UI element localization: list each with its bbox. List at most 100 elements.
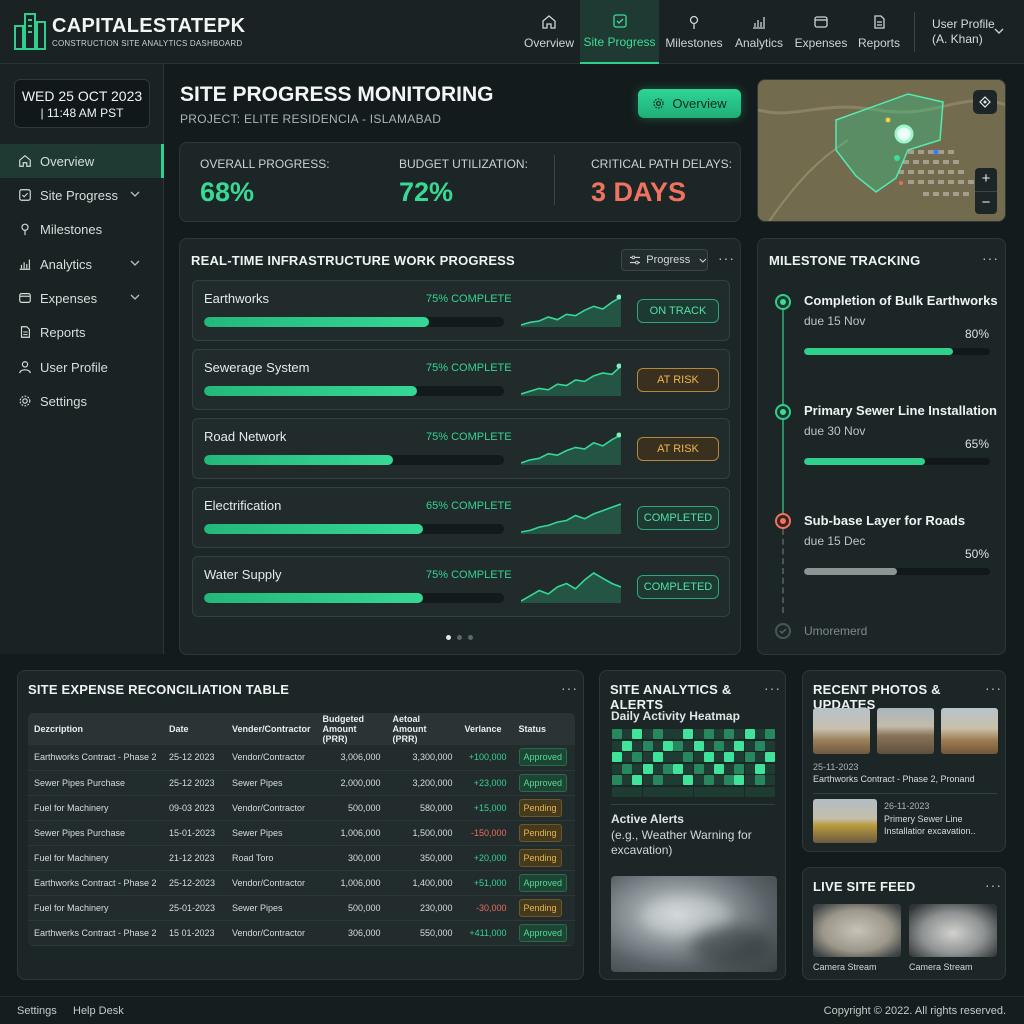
heatmap-cell[interactable] bbox=[765, 763, 775, 774]
heatmap-cell[interactable] bbox=[612, 729, 622, 739]
heatmap-cell[interactable] bbox=[754, 775, 765, 785]
heatmap-cell[interactable] bbox=[683, 752, 694, 762]
heatmap-cell[interactable] bbox=[754, 786, 765, 797]
sidebar-item-milestones[interactable]: Milestones bbox=[0, 212, 164, 246]
heatmap-cell[interactable] bbox=[765, 786, 775, 797]
heatmap-cell[interactable] bbox=[683, 763, 694, 774]
heatmap-cell[interactable] bbox=[765, 740, 775, 751]
user-profile-menu[interactable]: User Profile (A. Khan) bbox=[926, 16, 1020, 48]
table-row[interactable]: Sewer Pipes Purchase 25-12 2023 Sewer Pipe… bbox=[28, 770, 575, 796]
heatmap-cell[interactable] bbox=[765, 775, 775, 785]
heatmap-cell[interactable] bbox=[673, 775, 684, 785]
column-header[interactable]: Aetoal Amount (PRR) bbox=[386, 713, 459, 745]
heatmap-cell[interactable] bbox=[663, 729, 673, 739]
progress-filter-dropdown[interactable]: Progress bbox=[621, 249, 708, 271]
column-header[interactable]: Date bbox=[163, 713, 226, 745]
heatmap-cell[interactable] bbox=[632, 763, 643, 774]
heatmap-cell[interactable] bbox=[744, 752, 755, 762]
heatmap-cell[interactable] bbox=[612, 786, 622, 797]
heatmap-cell[interactable] bbox=[703, 786, 714, 797]
heatmap-cell[interactable] bbox=[744, 786, 755, 797]
heatmap-cell[interactable] bbox=[703, 752, 714, 762]
site-photo-thumbnail[interactable] bbox=[941, 708, 998, 754]
heatmap-cell[interactable] bbox=[632, 752, 643, 762]
more-options-icon[interactable]: ··· bbox=[561, 680, 578, 696]
heatmap-cell[interactable] bbox=[724, 775, 735, 785]
table-row[interactable]: Fuel for Machinery 21-12 2023 Road Toro 300… bbox=[28, 845, 575, 871]
heatmap-cell[interactable] bbox=[612, 752, 622, 762]
nav-site-progress[interactable]: Site Progress bbox=[580, 0, 659, 64]
heatmap-cell[interactable] bbox=[744, 729, 755, 739]
heatmap-cell[interactable] bbox=[765, 752, 775, 762]
heatmap-cell[interactable] bbox=[693, 740, 704, 751]
heatmap-cell[interactable] bbox=[724, 763, 735, 774]
heatmap-cell[interactable] bbox=[714, 729, 724, 739]
heatmap-cell[interactable] bbox=[642, 786, 653, 797]
heatmap-cell[interactable] bbox=[622, 786, 633, 797]
heatmap-cell[interactable] bbox=[765, 729, 775, 739]
more-options-icon[interactable]: ··· bbox=[982, 250, 999, 266]
heatmap-cell[interactable] bbox=[693, 775, 704, 785]
heatmap-cell[interactable] bbox=[693, 752, 704, 762]
activity-heatmap[interactable] bbox=[612, 729, 776, 799]
page-dot-active[interactable] bbox=[446, 635, 451, 640]
heatmap-cell[interactable] bbox=[754, 729, 765, 739]
heatmap-cell[interactable] bbox=[663, 763, 673, 774]
excavator-photo-thumbnail[interactable] bbox=[813, 799, 877, 843]
site-photo-thumbnail[interactable] bbox=[813, 708, 870, 754]
map-layers-button[interactable] bbox=[973, 90, 997, 114]
heatmap-cell[interactable] bbox=[734, 775, 745, 785]
heatmap-cell[interactable] bbox=[622, 763, 633, 774]
heatmap-cell[interactable] bbox=[632, 775, 643, 785]
heatmap-cell[interactable] bbox=[754, 740, 765, 751]
footer-help-link[interactable]: Help Desk bbox=[73, 1005, 124, 1017]
heatmap-cell[interactable] bbox=[673, 763, 684, 774]
sidebar-item-analytics[interactable]: Analytics bbox=[0, 247, 164, 281]
work-row-earthworks[interactable]: Earthworks 75% COMPLETE ON TRACK bbox=[192, 280, 730, 341]
heatmap-cell[interactable] bbox=[734, 763, 745, 774]
camera-stream-1[interactable] bbox=[813, 904, 901, 957]
column-header[interactable]: Budgeted Amount (PRR) bbox=[316, 713, 387, 745]
more-options-icon[interactable]: ··· bbox=[718, 250, 735, 266]
pagination-dots[interactable] bbox=[446, 635, 476, 641]
heatmap-cell[interactable] bbox=[632, 729, 643, 739]
camera-stream-2[interactable] bbox=[909, 904, 997, 957]
sidebar-item-settings[interactable]: Settings bbox=[0, 384, 164, 418]
sidebar-item-reports[interactable]: Reports bbox=[0, 315, 164, 349]
page-dot[interactable] bbox=[468, 635, 473, 640]
heatmap-cell[interactable] bbox=[714, 775, 724, 785]
heatmap-cell[interactable] bbox=[683, 740, 694, 751]
heatmap-cell[interactable] bbox=[652, 752, 663, 762]
heatmap-cell[interactable] bbox=[683, 775, 694, 785]
footer-settings-link[interactable]: Settings bbox=[17, 1005, 57, 1017]
heatmap-cell[interactable] bbox=[734, 752, 745, 762]
page-dot[interactable] bbox=[457, 635, 462, 640]
heatmap-cell[interactable] bbox=[622, 729, 633, 739]
heatmap-cell[interactable] bbox=[683, 729, 694, 739]
column-header[interactable]: Verlance bbox=[458, 713, 513, 745]
heatmap-cell[interactable] bbox=[663, 752, 673, 762]
site-map[interactable]: + − bbox=[757, 79, 1006, 222]
nav-expenses[interactable]: Expenses bbox=[794, 0, 848, 64]
heatmap-cell[interactable] bbox=[642, 752, 653, 762]
heatmap-cell[interactable] bbox=[673, 752, 684, 762]
heatmap-cell[interactable] bbox=[612, 763, 622, 774]
heatmap-cell[interactable] bbox=[632, 786, 643, 797]
zoom-in-icon[interactable]: + bbox=[975, 168, 997, 191]
more-options-icon[interactable]: ··· bbox=[764, 680, 781, 696]
heatmap-cell[interactable] bbox=[663, 775, 673, 785]
work-row-road-network[interactable]: Road Network 75% COMPLETE AT RISK bbox=[192, 418, 730, 479]
heatmap-cell[interactable] bbox=[652, 786, 663, 797]
heatmap-cell[interactable] bbox=[734, 786, 745, 797]
overview-button[interactable]: Overview bbox=[638, 89, 741, 118]
heatmap-cell[interactable] bbox=[693, 786, 704, 797]
heatmap-cell[interactable] bbox=[754, 763, 765, 774]
nav-overview[interactable]: Overview bbox=[520, 0, 578, 64]
heatmap-cell[interactable] bbox=[693, 763, 704, 774]
heatmap-cell[interactable] bbox=[642, 763, 653, 774]
heatmap-cell[interactable] bbox=[683, 786, 694, 797]
heatmap-cell[interactable] bbox=[612, 775, 622, 785]
heatmap-cell[interactable] bbox=[744, 775, 755, 785]
sidebar-item-expenses[interactable]: Expenses bbox=[0, 281, 164, 315]
heatmap-cell[interactable] bbox=[714, 786, 724, 797]
